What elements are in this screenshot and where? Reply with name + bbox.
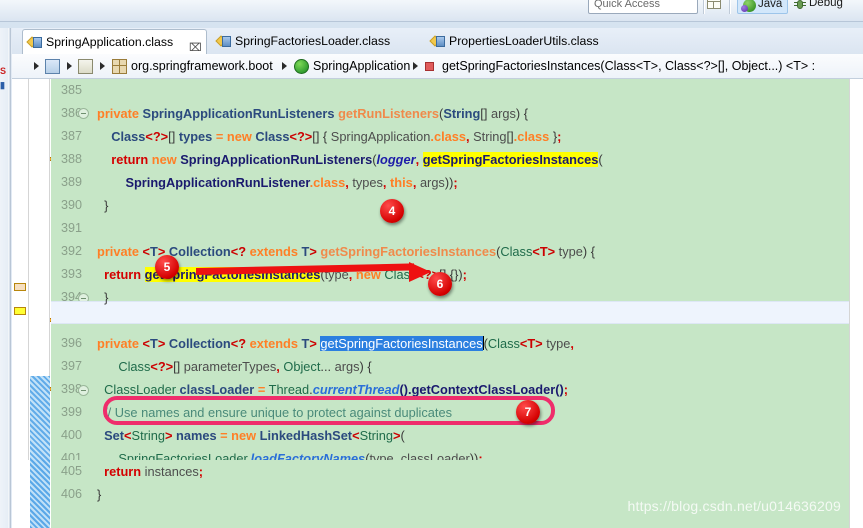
breadcrumb-method[interactable]: getSpringFactoriesInstances(Class<T>, Cl… bbox=[442, 54, 815, 78]
line-number: 399 bbox=[60, 405, 82, 419]
toolbar-divider-2 bbox=[729, 0, 731, 14]
rail-divider bbox=[8, 28, 11, 528]
perspective-debug-button[interactable]: Debug bbox=[789, 0, 848, 14]
tab-propertiesloaderutils[interactable]: PropertiesLoaderUtils.class bbox=[426, 29, 626, 54]
line-number: 393 bbox=[60, 267, 82, 281]
breadcrumb-class[interactable]: SpringApplication bbox=[313, 54, 410, 78]
line-number-ruler-continued: 405 406 bbox=[51, 460, 89, 528]
annotation-badge-5: 5 bbox=[155, 255, 179, 279]
source-attachment-icon[interactable] bbox=[45, 59, 60, 74]
line-number: 392 bbox=[60, 244, 82, 258]
perspective-java-label: Java bbox=[758, 0, 783, 10]
breadcrumb: org.springframework.boot SpringApplicati… bbox=[12, 54, 863, 79]
line-number: 400 bbox=[60, 428, 82, 442]
toolbar-divider bbox=[703, 0, 705, 14]
chevron-right-icon bbox=[413, 62, 418, 70]
code-line-400[interactable]: Set<String> names = new LinkedHashSet<St… bbox=[89, 424, 863, 447]
code-line-397[interactable]: Class<?>[] parameterTypes, Object... arg… bbox=[89, 355, 863, 378]
left-rail: S ▮ bbox=[0, 28, 12, 528]
annotation-badge-7: 7 bbox=[516, 400, 540, 424]
annotation-badge-6: 6 bbox=[428, 272, 452, 296]
fold-collapse-icon[interactable] bbox=[78, 108, 89, 119]
annotation-red-arrow bbox=[196, 262, 434, 282]
annotation-marker[interactable] bbox=[14, 283, 26, 291]
line-number: 388 bbox=[60, 152, 82, 166]
tab-springfactoriesloader[interactable]: SpringFactoriesLoader.class bbox=[212, 29, 411, 54]
line-number: 386 bbox=[60, 106, 82, 120]
code-line-391[interactable] bbox=[89, 217, 863, 240]
breadcrumb-package[interactable]: org.springframework.boot bbox=[131, 54, 273, 78]
code-line-390[interactable]: } bbox=[89, 194, 863, 217]
code-line-386[interactable]: private SpringApplicationRunListeners ge… bbox=[89, 102, 863, 125]
quick-access-input[interactable]: Quick Access bbox=[588, 0, 698, 14]
package-icon[interactable] bbox=[112, 59, 127, 74]
tab-label: SpringApplication.class bbox=[46, 35, 174, 49]
code-line-385[interactable] bbox=[89, 79, 863, 102]
watermark: https://blog.csdn.net/u014636209 bbox=[627, 498, 841, 514]
overview-ruler-continued[interactable] bbox=[849, 460, 863, 528]
outline-rail-icon[interactable]: ▮ bbox=[0, 80, 5, 91]
tab-label: SpringFactoriesLoader.class bbox=[235, 34, 391, 48]
selection-range-indicator-continued bbox=[30, 460, 50, 528]
code-line-388[interactable]: return new SpringApplicationRunListeners… bbox=[89, 148, 863, 171]
jar-icon[interactable] bbox=[78, 59, 93, 74]
code-line-389[interactable]: SpringApplicationRunListener.class, type… bbox=[89, 171, 863, 194]
chevron-right-icon bbox=[100, 62, 105, 70]
open-perspective-icon[interactable] bbox=[706, 0, 723, 11]
main-toolbar: Quick Access Java Debug bbox=[0, 0, 863, 22]
line-number: 390 bbox=[60, 198, 82, 212]
annotation-highlight-box bbox=[103, 396, 555, 425]
class-file-icon bbox=[26, 35, 43, 50]
code-line-392[interactable]: private <T> Collection<? extends T> getS… bbox=[89, 240, 863, 263]
class-icon[interactable] bbox=[294, 59, 309, 74]
class-file-icon bbox=[429, 34, 446, 49]
package-explorer-rail-icon[interactable]: S bbox=[0, 66, 6, 76]
line-number: 389 bbox=[60, 175, 82, 189]
fold-collapse-icon[interactable] bbox=[78, 385, 89, 396]
method-icon[interactable] bbox=[425, 62, 434, 71]
chevron-right-icon bbox=[67, 62, 72, 70]
selected-token[interactable]: getSpringFactoriesInstances bbox=[320, 336, 483, 351]
code-line-396[interactable]: private <T> Collection<? extends T> getS… bbox=[89, 332, 863, 355]
line-number: 391 bbox=[60, 221, 82, 235]
chevron-right-icon bbox=[34, 62, 39, 70]
class-file-icon bbox=[215, 34, 232, 49]
perspective-java-button[interactable]: Java bbox=[737, 0, 789, 14]
line-number: 396 bbox=[60, 336, 82, 350]
eclipse-ide-window: Quick Access Java Debug S ▮ SpringApplic… bbox=[0, 0, 863, 528]
code-text-area-continued[interactable]: return instances; } bbox=[89, 460, 863, 528]
debug-perspective-icon bbox=[792, 0, 806, 11]
tab-springapplication[interactable]: SpringApplication.class ⌧ bbox=[22, 29, 207, 54]
chevron-right-icon bbox=[282, 62, 287, 70]
editor-tab-bar: SpringApplication.class ⌧ SpringFactorie… bbox=[12, 28, 863, 54]
line-number: 397 bbox=[60, 359, 82, 373]
code-line-387[interactable]: Class<?>[] types = new Class<?>[] { Spri… bbox=[89, 125, 863, 148]
tab-label: PropertiesLoaderUtils.class bbox=[449, 34, 599, 48]
line-number: 387 bbox=[60, 129, 82, 143]
annotation-marker[interactable] bbox=[14, 307, 26, 315]
annotation-badge-4: 4 bbox=[380, 199, 404, 223]
code-line-405[interactable]: return instances; bbox=[89, 460, 863, 483]
code-line-395[interactable] bbox=[89, 309, 863, 332]
java-perspective-icon bbox=[741, 0, 756, 12]
perspective-debug-label: Debug bbox=[809, 0, 843, 9]
line-number: 398 bbox=[60, 382, 82, 396]
line-number: 385 bbox=[60, 83, 82, 97]
code-line-394[interactable]: } bbox=[89, 286, 863, 309]
